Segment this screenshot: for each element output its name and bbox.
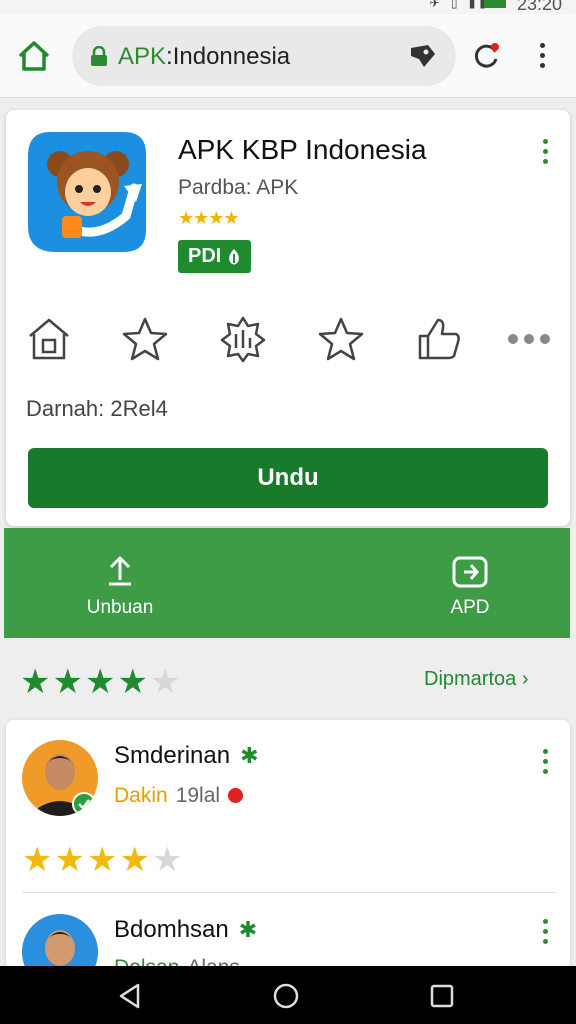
home-icon bbox=[18, 41, 50, 71]
app-badge-label: PDI bbox=[188, 245, 222, 267]
url-separator: : bbox=[166, 43, 173, 70]
app-icon bbox=[26, 130, 148, 254]
more-vert-icon bbox=[540, 746, 550, 774]
star-filled-icon: ★ bbox=[86, 841, 120, 879]
review-author: Smderinan ✱ bbox=[114, 742, 259, 770]
banner-right-label: APD bbox=[450, 597, 490, 618]
star-filled-icon: ★ bbox=[22, 841, 55, 879]
action-favorite[interactable] bbox=[120, 314, 170, 364]
download-button[interactable]: Undu bbox=[28, 448, 548, 508]
thumbs-up-icon bbox=[418, 318, 460, 360]
verified-star-icon: ✱ bbox=[240, 743, 259, 768]
status-bar: ✈ ▯ ▮▮ 23:20 bbox=[0, 0, 576, 14]
star-filled-icon: ★ bbox=[52, 663, 85, 701]
star-filled-icon: ★ bbox=[119, 841, 152, 879]
house-icon bbox=[29, 318, 69, 360]
url-bar[interactable]: APK:Indonnesia bbox=[72, 26, 456, 86]
avatar[interactable] bbox=[22, 914, 98, 970]
review-options-button[interactable] bbox=[540, 916, 550, 946]
more-vert-icon bbox=[530, 40, 554, 68]
upload-icon bbox=[109, 556, 131, 586]
divider bbox=[22, 892, 556, 893]
review-meta: Dakin 19lal bbox=[114, 784, 244, 808]
file-icon bbox=[452, 556, 488, 588]
action-like[interactable] bbox=[414, 314, 464, 364]
review-author: Bdomhsan ✱ bbox=[114, 916, 257, 944]
review-author-name: Bdomhsan bbox=[114, 916, 229, 943]
banner-apk-button[interactable]: APD bbox=[410, 554, 530, 619]
browser-toolbar: APK:Indonnesia bbox=[0, 14, 576, 98]
see-all-link[interactable]: Dipmartoa › bbox=[424, 668, 528, 691]
system-nav-bar bbox=[0, 966, 576, 1024]
star-empty-icon: ★ bbox=[151, 841, 185, 879]
see-all-label: Dipmartoa bbox=[424, 668, 517, 690]
chevron-right-icon: › bbox=[516, 668, 529, 690]
banner-upload-button[interactable]: Unbuan bbox=[60, 554, 180, 619]
review-meta-1: Dakin bbox=[114, 784, 168, 807]
rating-summary: ★★★★★ Dipmartoa › bbox=[0, 652, 576, 712]
status-time: 23:20 bbox=[516, 0, 562, 14]
url-text: APK:Indonnesia bbox=[118, 43, 290, 71]
status-icons: ✈ ▯ ▮▮ bbox=[429, 0, 490, 10]
app-publisher: Pardba: APK bbox=[178, 176, 299, 199]
back-icon[interactable] bbox=[116, 982, 144, 1010]
app-title: APK KBP Indonesia bbox=[178, 134, 427, 165]
action-home[interactable] bbox=[24, 314, 74, 364]
review-stars: ★★★★★ bbox=[22, 840, 184, 880]
app-options-button[interactable] bbox=[540, 136, 550, 166]
star-filled-icon: ★ bbox=[84, 663, 118, 701]
reload-button[interactable] bbox=[470, 40, 502, 72]
review-author-name: Smderinan bbox=[114, 742, 231, 769]
star-filled-icon: ★ bbox=[54, 841, 87, 879]
action-banner: Unbuan APD bbox=[4, 528, 570, 638]
home-button[interactable] bbox=[14, 36, 54, 76]
reload-icon bbox=[474, 43, 499, 68]
banner-left-label: Unbuan bbox=[86, 597, 154, 618]
alert-dot-icon bbox=[228, 788, 244, 803]
verified-star-icon: ✱ bbox=[238, 917, 258, 942]
url-prefix: APK bbox=[118, 43, 167, 70]
more-vert-icon bbox=[540, 916, 550, 944]
recents-icon[interactable] bbox=[428, 982, 456, 1010]
battery-icon bbox=[484, 0, 506, 8]
lock-icon bbox=[91, 46, 107, 66]
app-size-text: Darnah: 2Rel4 bbox=[26, 396, 168, 421]
star-empty-icon: ★ bbox=[149, 663, 183, 701]
action-rate[interactable] bbox=[316, 314, 366, 364]
rating-stars: ★★★★★ bbox=[20, 662, 182, 702]
star-outline-icon bbox=[318, 317, 364, 361]
avatar[interactable] bbox=[22, 740, 98, 816]
review-meta-2: 19lal bbox=[175, 784, 221, 807]
star-filled-icon: ★ bbox=[20, 663, 53, 701]
badge-icon bbox=[220, 316, 266, 363]
home-circle-icon[interactable] bbox=[272, 982, 300, 1010]
more-horiz-icon[interactable] bbox=[508, 334, 550, 344]
tag-icon[interactable] bbox=[408, 42, 438, 70]
browser-menu-button[interactable] bbox=[530, 40, 554, 74]
app-action-row bbox=[24, 314, 554, 370]
star-outline-icon bbox=[122, 317, 168, 361]
action-badge[interactable] bbox=[218, 314, 268, 364]
star-filled-icon: ★ bbox=[117, 663, 150, 701]
app-badge: PDI bbox=[178, 240, 252, 273]
more-vert-icon bbox=[540, 136, 550, 164]
leaf-icon bbox=[229, 248, 240, 264]
app-card: APK KBP Indonesia Pardba: APK ★★★★ PDI D… bbox=[6, 110, 570, 526]
url-rest: Indonnesia bbox=[172, 43, 291, 70]
app-rating-stars: ★★★★ bbox=[178, 208, 240, 228]
review-options-button[interactable] bbox=[540, 746, 550, 776]
reviews-card: Smderinan ✱ Dakin 19lal ★★★★★ Bdomhsan ✱ Do… bbox=[6, 720, 570, 970]
